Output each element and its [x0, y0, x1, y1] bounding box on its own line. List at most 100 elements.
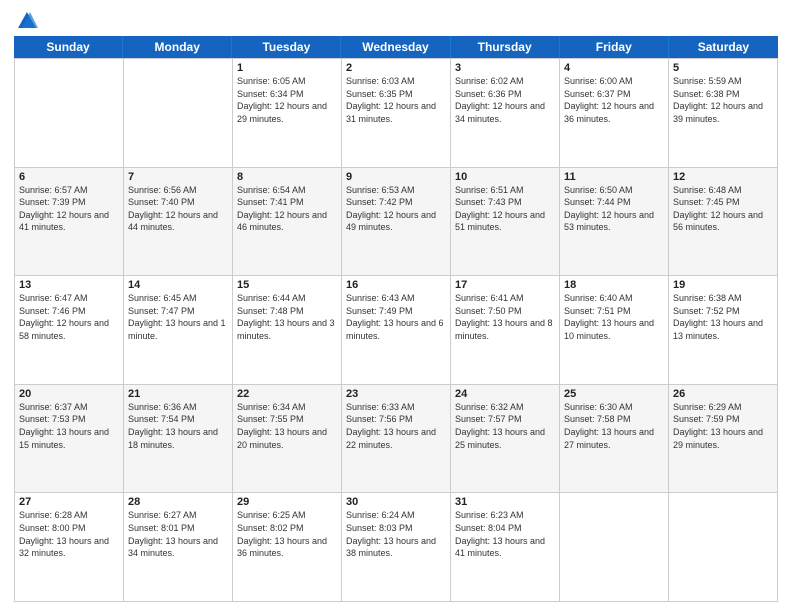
day-number: 10: [455, 171, 555, 183]
day-header-friday: Friday: [560, 36, 669, 58]
day-cell-9: 9Sunrise: 6:53 AMSunset: 7:42 PMDaylight…: [342, 168, 451, 276]
day-number: 3: [455, 62, 555, 74]
cell-info: Sunrise: 6:40 AMSunset: 7:51 PMDaylight:…: [564, 292, 664, 342]
cell-info: Sunrise: 6:29 AMSunset: 7:59 PMDaylight:…: [673, 401, 773, 451]
cell-info: Sunrise: 6:32 AMSunset: 7:57 PMDaylight:…: [455, 401, 555, 451]
cell-info: Sunrise: 6:51 AMSunset: 7:43 PMDaylight:…: [455, 184, 555, 234]
day-number: 29: [237, 496, 337, 508]
calendar-row-4: 27Sunrise: 6:28 AMSunset: 8:00 PMDayligh…: [15, 493, 778, 602]
day-number: 8: [237, 171, 337, 183]
day-number: 31: [455, 496, 555, 508]
day-cell-24: 24Sunrise: 6:32 AMSunset: 7:57 PMDayligh…: [451, 385, 560, 493]
cell-info: Sunrise: 6:34 AMSunset: 7:55 PMDaylight:…: [237, 401, 337, 451]
day-cell-30: 30Sunrise: 6:24 AMSunset: 8:03 PMDayligh…: [342, 493, 451, 601]
day-number: 2: [346, 62, 446, 74]
calendar-row-3: 20Sunrise: 6:37 AMSunset: 7:53 PMDayligh…: [15, 385, 778, 494]
empty-cell: [15, 59, 124, 167]
cell-info: Sunrise: 6:25 AMSunset: 8:02 PMDaylight:…: [237, 509, 337, 559]
calendar: SundayMondayTuesdayWednesdayThursdayFrid…: [14, 36, 778, 602]
cell-info: Sunrise: 6:05 AMSunset: 6:34 PMDaylight:…: [237, 75, 337, 125]
calendar-row-0: 1Sunrise: 6:05 AMSunset: 6:34 PMDaylight…: [15, 59, 778, 168]
day-number: 19: [673, 279, 773, 291]
calendar-body: 1Sunrise: 6:05 AMSunset: 6:34 PMDaylight…: [14, 58, 778, 602]
cell-info: Sunrise: 5:59 AMSunset: 6:38 PMDaylight:…: [673, 75, 773, 125]
cell-info: Sunrise: 6:02 AMSunset: 6:36 PMDaylight:…: [455, 75, 555, 125]
day-number: 12: [673, 171, 773, 183]
day-number: 18: [564, 279, 664, 291]
day-number: 1: [237, 62, 337, 74]
empty-cell: [669, 493, 778, 601]
day-cell-14: 14Sunrise: 6:45 AMSunset: 7:47 PMDayligh…: [124, 276, 233, 384]
day-number: 22: [237, 388, 337, 400]
day-cell-2: 2Sunrise: 6:03 AMSunset: 6:35 PMDaylight…: [342, 59, 451, 167]
day-cell-26: 26Sunrise: 6:29 AMSunset: 7:59 PMDayligh…: [669, 385, 778, 493]
day-header-saturday: Saturday: [669, 36, 778, 58]
cell-info: Sunrise: 6:43 AMSunset: 7:49 PMDaylight:…: [346, 292, 446, 342]
cell-info: Sunrise: 6:24 AMSunset: 8:03 PMDaylight:…: [346, 509, 446, 559]
calendar-row-1: 6Sunrise: 6:57 AMSunset: 7:39 PMDaylight…: [15, 168, 778, 277]
day-number: 9: [346, 171, 446, 183]
day-number: 4: [564, 62, 664, 74]
day-cell-29: 29Sunrise: 6:25 AMSunset: 8:02 PMDayligh…: [233, 493, 342, 601]
cell-info: Sunrise: 6:41 AMSunset: 7:50 PMDaylight:…: [455, 292, 555, 342]
day-number: 20: [19, 388, 119, 400]
day-cell-22: 22Sunrise: 6:34 AMSunset: 7:55 PMDayligh…: [233, 385, 342, 493]
cell-info: Sunrise: 6:23 AMSunset: 8:04 PMDaylight:…: [455, 509, 555, 559]
cell-info: Sunrise: 6:45 AMSunset: 7:47 PMDaylight:…: [128, 292, 228, 342]
day-number: 23: [346, 388, 446, 400]
cell-info: Sunrise: 6:44 AMSunset: 7:48 PMDaylight:…: [237, 292, 337, 342]
day-number: 6: [19, 171, 119, 183]
day-number: 17: [455, 279, 555, 291]
day-header-wednesday: Wednesday: [341, 36, 450, 58]
cell-info: Sunrise: 6:00 AMSunset: 6:37 PMDaylight:…: [564, 75, 664, 125]
day-number: 30: [346, 496, 446, 508]
cell-info: Sunrise: 6:47 AMSunset: 7:46 PMDaylight:…: [19, 292, 119, 342]
logo-text: [14, 10, 38, 32]
day-number: 13: [19, 279, 119, 291]
day-number: 7: [128, 171, 228, 183]
day-cell-17: 17Sunrise: 6:41 AMSunset: 7:50 PMDayligh…: [451, 276, 560, 384]
day-cell-20: 20Sunrise: 6:37 AMSunset: 7:53 PMDayligh…: [15, 385, 124, 493]
day-number: 5: [673, 62, 773, 74]
day-header-tuesday: Tuesday: [232, 36, 341, 58]
day-cell-4: 4Sunrise: 6:00 AMSunset: 6:37 PMDaylight…: [560, 59, 669, 167]
day-cell-18: 18Sunrise: 6:40 AMSunset: 7:51 PMDayligh…: [560, 276, 669, 384]
day-cell-31: 31Sunrise: 6:23 AMSunset: 8:04 PMDayligh…: [451, 493, 560, 601]
page: SundayMondayTuesdayWednesdayThursdayFrid…: [0, 0, 792, 612]
day-cell-21: 21Sunrise: 6:36 AMSunset: 7:54 PMDayligh…: [124, 385, 233, 493]
cell-info: Sunrise: 6:53 AMSunset: 7:42 PMDaylight:…: [346, 184, 446, 234]
day-number: 11: [564, 171, 664, 183]
cell-info: Sunrise: 6:50 AMSunset: 7:44 PMDaylight:…: [564, 184, 664, 234]
day-cell-16: 16Sunrise: 6:43 AMSunset: 7:49 PMDayligh…: [342, 276, 451, 384]
day-cell-25: 25Sunrise: 6:30 AMSunset: 7:58 PMDayligh…: [560, 385, 669, 493]
cell-info: Sunrise: 6:03 AMSunset: 6:35 PMDaylight:…: [346, 75, 446, 125]
day-number: 16: [346, 279, 446, 291]
cell-info: Sunrise: 6:36 AMSunset: 7:54 PMDaylight:…: [128, 401, 228, 451]
day-number: 27: [19, 496, 119, 508]
day-number: 24: [455, 388, 555, 400]
day-number: 14: [128, 279, 228, 291]
day-cell-6: 6Sunrise: 6:57 AMSunset: 7:39 PMDaylight…: [15, 168, 124, 276]
day-cell-15: 15Sunrise: 6:44 AMSunset: 7:48 PMDayligh…: [233, 276, 342, 384]
day-cell-11: 11Sunrise: 6:50 AMSunset: 7:44 PMDayligh…: [560, 168, 669, 276]
day-number: 25: [564, 388, 664, 400]
day-number: 26: [673, 388, 773, 400]
day-cell-19: 19Sunrise: 6:38 AMSunset: 7:52 PMDayligh…: [669, 276, 778, 384]
cell-info: Sunrise: 6:48 AMSunset: 7:45 PMDaylight:…: [673, 184, 773, 234]
cell-info: Sunrise: 6:30 AMSunset: 7:58 PMDaylight:…: [564, 401, 664, 451]
day-cell-8: 8Sunrise: 6:54 AMSunset: 7:41 PMDaylight…: [233, 168, 342, 276]
header: [14, 10, 778, 30]
day-cell-5: 5Sunrise: 5:59 AMSunset: 6:38 PMDaylight…: [669, 59, 778, 167]
cell-info: Sunrise: 6:37 AMSunset: 7:53 PMDaylight:…: [19, 401, 119, 451]
logo: [14, 10, 38, 30]
day-header-thursday: Thursday: [451, 36, 560, 58]
cell-info: Sunrise: 6:56 AMSunset: 7:40 PMDaylight:…: [128, 184, 228, 234]
day-cell-12: 12Sunrise: 6:48 AMSunset: 7:45 PMDayligh…: [669, 168, 778, 276]
day-header-monday: Monday: [123, 36, 232, 58]
day-cell-28: 28Sunrise: 6:27 AMSunset: 8:01 PMDayligh…: [124, 493, 233, 601]
cell-info: Sunrise: 6:57 AMSunset: 7:39 PMDaylight:…: [19, 184, 119, 234]
day-cell-3: 3Sunrise: 6:02 AMSunset: 6:36 PMDaylight…: [451, 59, 560, 167]
logo-icon: [16, 10, 38, 32]
day-number: 21: [128, 388, 228, 400]
empty-cell: [124, 59, 233, 167]
